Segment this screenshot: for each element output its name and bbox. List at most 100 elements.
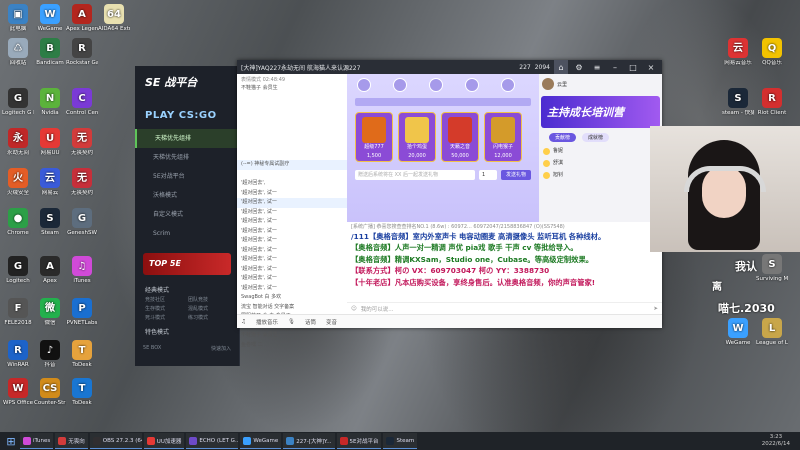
member-list-item[interactable]: 不鞋猫子 会员生 bbox=[237, 84, 347, 94]
member-list-item[interactable]: 不鞋猫子 会员生 bbox=[237, 331, 347, 341]
desktop-icon[interactable]: ♪ 抖音 bbox=[34, 340, 66, 369]
desktop-icon[interactable]: 64 AIDA64 Extreme bbox=[98, 4, 130, 33]
taskbar-app[interactable]: ECHO (LET G... bbox=[186, 433, 239, 449]
mic-button[interactable]: 话筒 bbox=[305, 318, 316, 326]
gift-message-input[interactable]: 赠送后系统将在 XX 后一起发送礼物 bbox=[355, 170, 475, 180]
taskbar-app[interactable]: Steam bbox=[383, 433, 418, 449]
member-list-item[interactable]: '超对回去', 试一 bbox=[237, 236, 347, 246]
top-5e-banner[interactable]: TOP 5E bbox=[143, 253, 231, 275]
training-banner[interactable]: 主持成长培训营 bbox=[541, 96, 660, 128]
desktop-icon[interactable]: CS Counter-Strike bbox=[34, 378, 66, 407]
desktop-icon[interactable]: W WPS Office bbox=[2, 378, 34, 407]
gift-item[interactable]: 天籁之音 50,000 bbox=[441, 112, 479, 162]
mode-link[interactable]: 死斗模式 bbox=[145, 314, 186, 321]
member-list-item[interactable]: '超对回去', 试一 bbox=[237, 274, 347, 284]
mode-link[interactable]: 生存模式 bbox=[145, 305, 186, 312]
windows-start-icon[interactable]: ⊞ bbox=[4, 434, 18, 448]
desktop-icon[interactable]: R WinRAR bbox=[2, 340, 34, 369]
taskbar-app[interactable]: 无畏向 bbox=[55, 433, 88, 449]
close-icon[interactable]: × bbox=[644, 60, 658, 74]
gift-tab-5[interactable] bbox=[501, 78, 515, 92]
member-list-item[interactable]: '超对回去', 试一 bbox=[237, 265, 347, 275]
system-tray-clock[interactable]: 3:23 2022/6/14 bbox=[762, 434, 796, 448]
desktop-icon[interactable]: ▣ 此电脑 bbox=[2, 4, 34, 33]
desktop-icon[interactable]: ● Chrome bbox=[2, 208, 34, 237]
nav-item[interactable]: 5E对战平台 bbox=[135, 167, 239, 186]
taskbar-app[interactable]: UU加速器 bbox=[143, 433, 185, 449]
gift-tab-1[interactable] bbox=[357, 78, 371, 92]
member-list-item[interactable]: SwagBot 白 多欢 bbox=[237, 293, 347, 303]
desktop-icon[interactable]: U 网易UU bbox=[34, 128, 66, 157]
desktop-icon[interactable]: 云网易云音乐 bbox=[722, 38, 754, 67]
settings-icon[interactable]: ⚙ bbox=[572, 60, 586, 74]
nav-item[interactable]: 沃格模式 bbox=[135, 186, 239, 205]
desktop-icon[interactable]: 无无畏契约 bbox=[66, 168, 98, 197]
member-list-item[interactable] bbox=[237, 122, 347, 132]
taskbar-app[interactable]: WeGame bbox=[240, 433, 282, 449]
mode-link[interactable]: 竞技社区 bbox=[145, 296, 186, 303]
send-icon[interactable]: ➤ bbox=[653, 306, 658, 312]
desktop-icon[interactable]: A Apex Legends bbox=[66, 4, 98, 33]
nav-item[interactable]: 自定义模式 bbox=[135, 205, 239, 224]
member-list-item[interactable]: '超对回去', 试一 bbox=[237, 198, 347, 208]
mic-icon[interactable]: 🎙 bbox=[288, 319, 295, 325]
gift-tab-2[interactable] bbox=[393, 78, 407, 92]
desktop-icon[interactable]: B Bandicam bbox=[34, 38, 66, 67]
member-list-item[interactable]: 鱼卷嘿 二 bbox=[237, 341, 347, 351]
taskbar-app[interactable]: OBS 27.2.3 (64... bbox=[89, 433, 142, 449]
nav-item[interactable]: Scrim bbox=[135, 224, 239, 243]
member-list-item[interactable]: '超对回去', 试一 bbox=[237, 255, 347, 265]
menu-icon[interactable]: ≡ bbox=[590, 60, 604, 74]
desktop-icon[interactable]: G GeneshSW bbox=[66, 208, 98, 237]
streamer-avatar[interactable] bbox=[542, 78, 554, 90]
member-list-item[interactable]: 流宝 智能对话 交字备案 bbox=[237, 303, 347, 313]
desktop-icon[interactable]: 云网易云 bbox=[34, 168, 66, 197]
desktop-icon[interactable]: Q QQ音乐 bbox=[756, 38, 788, 67]
member-list-item[interactable]: '超对回去', 试一 bbox=[237, 246, 347, 256]
desktop-icon[interactable]: F FELE2018 bbox=[2, 298, 34, 327]
member-list-item[interactable] bbox=[237, 132, 347, 142]
member-list-item[interactable]: '超对回去', 试一 bbox=[237, 217, 347, 227]
member-list-item[interactable]: '超对回去', 试一 bbox=[237, 189, 347, 199]
music-icon[interactable]: ♫ bbox=[241, 319, 246, 325]
stream-room-window[interactable]: [大神]YAQ227永劫无间 航海猫人来认源227 227 2094 ⌂ ⚙ ≡… bbox=[237, 60, 662, 348]
taskbar-app[interactable]: 227-[大神]Y... bbox=[283, 433, 335, 449]
desktop-icon[interactable]: R Rockstar Games bbox=[66, 38, 98, 67]
desktop-icon[interactable]: W WeGame bbox=[722, 318, 754, 347]
nav-item[interactable]: 天梯优先组排 bbox=[135, 148, 239, 167]
rank-item[interactable]: 舒淇 bbox=[543, 157, 658, 169]
desktop-icon[interactable]: 无无畏契约 bbox=[66, 128, 98, 157]
desktop-icon[interactable]: 火火绒安全 bbox=[2, 168, 34, 197]
desktop-icon[interactable]: T ToDesk bbox=[66, 340, 98, 369]
desktop-icon[interactable]: S Surviving M bbox=[756, 254, 788, 283]
tab-achievement[interactable]: 成就榜 bbox=[582, 133, 610, 142]
5e-app-window[interactable]: SE 战平台 PLAY CS:GO 天梯优先组排 天梯优先组排 5E对战平台 沃… bbox=[135, 66, 240, 366]
desktop-icon[interactable]: ♫ iTunes bbox=[66, 256, 98, 285]
member-list-item[interactable]: (--=) 神秘专属试副疗 bbox=[237, 160, 347, 170]
member-list-item[interactable] bbox=[237, 170, 347, 180]
desktop-icon[interactable]: N Nvidia bbox=[34, 88, 66, 117]
quick-join-link[interactable]: 快速加入 bbox=[211, 345, 231, 352]
desktop-icon[interactable]: L League of Legends bbox=[756, 318, 788, 347]
gift-tab-4[interactable] bbox=[465, 78, 479, 92]
mode-link[interactable]: 混乱模式 bbox=[188, 305, 229, 312]
voice-changer-button[interactable]: 变音 bbox=[326, 318, 337, 326]
member-list-item[interactable] bbox=[237, 151, 347, 161]
member-list-item[interactable] bbox=[237, 113, 347, 123]
taskbar-app[interactable]: 5E对战平台 bbox=[336, 433, 382, 449]
nav-item[interactable]: 天梯优先组排 bbox=[135, 129, 239, 148]
mode-link[interactable]: 团队竞技 bbox=[188, 296, 229, 303]
rank-item[interactable]: 鲁妮 bbox=[543, 145, 658, 157]
mode-link[interactable]: 练习模式 bbox=[188, 314, 229, 321]
gift-item[interactable]: 超级777 1,500 bbox=[355, 112, 393, 162]
member-list-item[interactable]: '超对回去', bbox=[237, 179, 347, 189]
member-list-item[interactable]: '超对回去', 试一 bbox=[237, 284, 347, 294]
desktop-icon[interactable]: 永永劫无间 bbox=[2, 128, 34, 157]
5e-box-link[interactable]: 5E BOX bbox=[143, 345, 161, 352]
member-list-item[interactable] bbox=[237, 379, 347, 389]
desktop-icon[interactable]: Ssteam - 快捷方式 bbox=[722, 88, 754, 117]
desktop-icon[interactable]: W WeGame bbox=[34, 4, 66, 33]
maximize-icon[interactable]: □ bbox=[626, 60, 640, 74]
rank-item[interactable]: 旭钊 bbox=[543, 169, 658, 181]
desktop-icon[interactable]: C Control Center bbox=[66, 88, 98, 117]
